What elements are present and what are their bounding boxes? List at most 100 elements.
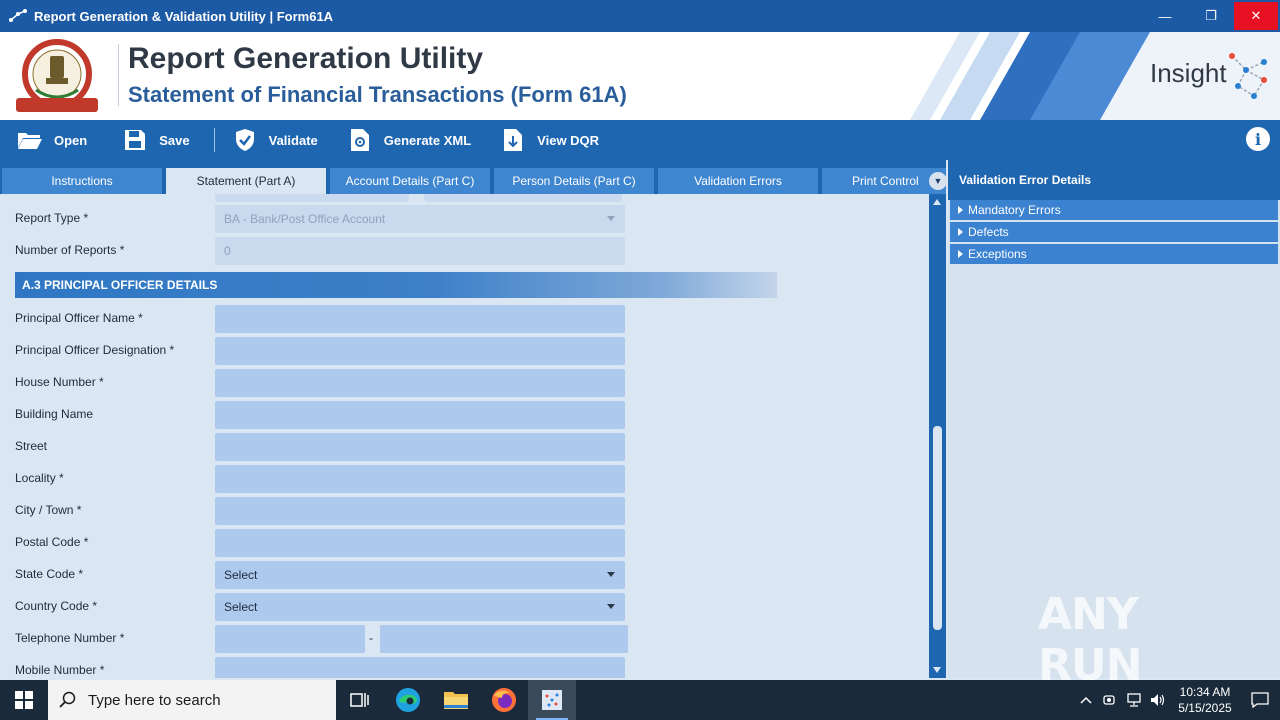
- edge-icon: [396, 688, 420, 712]
- generate-xml-label: Generate XML: [383, 132, 472, 148]
- section-header: A.3 PRINCIPAL OFFICER DETAILS: [15, 272, 777, 298]
- page-title: Report Generation Utility: [128, 42, 484, 75]
- insight-logo: [1224, 48, 1274, 104]
- city-town-input[interactable]: [215, 497, 625, 525]
- tab-overflow-button[interactable]: ▼: [929, 172, 947, 190]
- report-type-label: Report Type *: [15, 211, 89, 225]
- network-icon[interactable]: [1122, 680, 1146, 720]
- postal-code-input[interactable]: [215, 529, 625, 557]
- file-explorer-app[interactable]: [432, 680, 480, 720]
- form-row: Country Code * Select: [0, 593, 929, 621]
- income-tax-emblem: [10, 38, 104, 114]
- telephone-std-input[interactable]: [215, 625, 365, 653]
- chevron-down-icon: [607, 572, 615, 577]
- report-type-select[interactable]: BA - Bank/Post Office Account: [215, 205, 625, 233]
- report-utility-app[interactable]: [528, 680, 576, 720]
- tab-print-control[interactable]: Print Control: [822, 168, 946, 194]
- country-code-label: Country Code *: [15, 599, 98, 613]
- exceptions-label: Exceptions: [968, 247, 1027, 261]
- taskbar: Type here to search 10:34 AM 5/15/2025: [0, 680, 1280, 720]
- country-code-value: Select: [224, 600, 258, 614]
- validate-label: Validate: [268, 132, 318, 148]
- building-name-label: Building Name: [15, 407, 94, 421]
- validation-panel-title: Validation Error Details: [948, 160, 1280, 200]
- locality-input[interactable]: [215, 465, 625, 493]
- tab-instructions[interactable]: Instructions: [2, 168, 162, 194]
- tab-person-details[interactable]: Person Details (Part C): [494, 168, 654, 194]
- firefox-app[interactable]: [480, 680, 528, 720]
- save-icon: [121, 126, 149, 154]
- statement-form: Report Type * BA - Bank/Post Office Acco…: [0, 194, 929, 678]
- view-dqr-button[interactable]: View DQR: [499, 120, 599, 160]
- tab-statement-part-a[interactable]: Statement (Part A): [166, 168, 326, 194]
- folder-icon: [444, 692, 468, 709]
- scroll-up-icon[interactable]: [933, 199, 941, 205]
- task-view-button[interactable]: [336, 680, 384, 720]
- tab-validation-errors[interactable]: Validation Errors: [658, 168, 818, 194]
- save-label: Save: [159, 132, 190, 148]
- taskbar-search[interactable]: Type here to search: [48, 680, 336, 720]
- tab-account-details[interactable]: Account Details (Part C): [330, 168, 490, 194]
- mandatory-errors-node[interactable]: Mandatory Errors: [950, 200, 1278, 220]
- number-of-reports-field[interactable]: 0: [215, 237, 625, 265]
- volume-icon[interactable]: [1146, 680, 1170, 720]
- edge-app[interactable]: [384, 680, 432, 720]
- meet-now-icon[interactable]: [1098, 680, 1122, 720]
- country-code-select[interactable]: Select: [215, 593, 625, 621]
- generate-xml-button[interactable]: Generate XML: [346, 120, 471, 160]
- view-dqr-label: View DQR: [537, 132, 600, 148]
- restore-button[interactable]: ❐: [1188, 0, 1234, 32]
- defects-node[interactable]: Defects: [950, 222, 1278, 242]
- telephone-number-input[interactable]: [380, 625, 628, 653]
- principal-officer-name-input[interactable]: [215, 305, 625, 333]
- window-title: Report Generation & Validation Utility |…: [34, 8, 334, 24]
- form-row: State Code * Select: [0, 561, 929, 589]
- validate-button[interactable]: Validate: [231, 120, 318, 160]
- principal-officer-designation-input[interactable]: [215, 337, 625, 365]
- close-button[interactable]: ✕: [1234, 2, 1278, 30]
- report-type-value: BA - Bank/Post Office Account: [224, 212, 386, 226]
- scroll-down-icon[interactable]: [933, 667, 941, 673]
- windows-logo-icon: [15, 691, 33, 709]
- telephone-separator: -: [369, 631, 373, 645]
- exceptions-node[interactable]: Exceptions: [950, 244, 1278, 264]
- building-name-input[interactable]: [215, 401, 625, 429]
- form-scrollbar[interactable]: [929, 194, 946, 678]
- minimize-button[interactable]: —: [1142, 0, 1188, 32]
- locality-label: Locality *: [15, 471, 64, 485]
- file-download-icon: [499, 126, 527, 154]
- brand-name: Insight: [1150, 58, 1227, 88]
- file-gear-icon: [346, 126, 374, 154]
- city-town-label: City / Town *: [15, 503, 82, 517]
- number-of-reports-label: Number of Reports *: [15, 243, 125, 257]
- state-code-select[interactable]: Select: [215, 561, 625, 589]
- scroll-thumb[interactable]: [933, 426, 942, 630]
- taskbar-clock[interactable]: 10:34 AM 5/15/2025: [1170, 684, 1240, 716]
- form-row: Telephone Number * -: [0, 625, 929, 653]
- header-divider: [118, 44, 119, 106]
- windows-start-button[interactable]: [0, 680, 48, 720]
- house-number-input[interactable]: [215, 369, 625, 397]
- shield-check-icon: [231, 126, 259, 154]
- report-type-row: Report Type * BA - Bank/Post Office Acco…: [0, 205, 929, 233]
- notification-center-icon[interactable]: [1240, 680, 1280, 720]
- system-tray: 10:34 AM 5/15/2025: [1074, 680, 1280, 720]
- clock-time: 10:34 AM: [1179, 685, 1231, 699]
- app-icon: [8, 6, 28, 26]
- open-button[interactable]: Open: [16, 120, 87, 160]
- info-icon[interactable]: i: [1246, 127, 1270, 151]
- chevron-down-icon: [607, 216, 615, 221]
- form-row: Building Name: [0, 401, 929, 429]
- title-bar: Report Generation & Validation Utility |…: [0, 0, 1280, 32]
- watermark: ANY RUN: [1038, 589, 1142, 691]
- expand-icon: [958, 206, 963, 214]
- principal-officer-designation-label: Principal Officer Designation *: [15, 343, 175, 357]
- mobile-number-input[interactable]: [215, 657, 625, 678]
- street-input[interactable]: [215, 433, 625, 461]
- number-of-reports-row: Number of Reports * 0: [0, 237, 929, 265]
- search-icon: [48, 691, 88, 709]
- save-button[interactable]: Save: [121, 120, 190, 160]
- show-hidden-icons-chevron-up-icon[interactable]: [1074, 680, 1098, 720]
- form-row: Locality *: [0, 465, 929, 493]
- house-number-label: House Number *: [15, 375, 104, 389]
